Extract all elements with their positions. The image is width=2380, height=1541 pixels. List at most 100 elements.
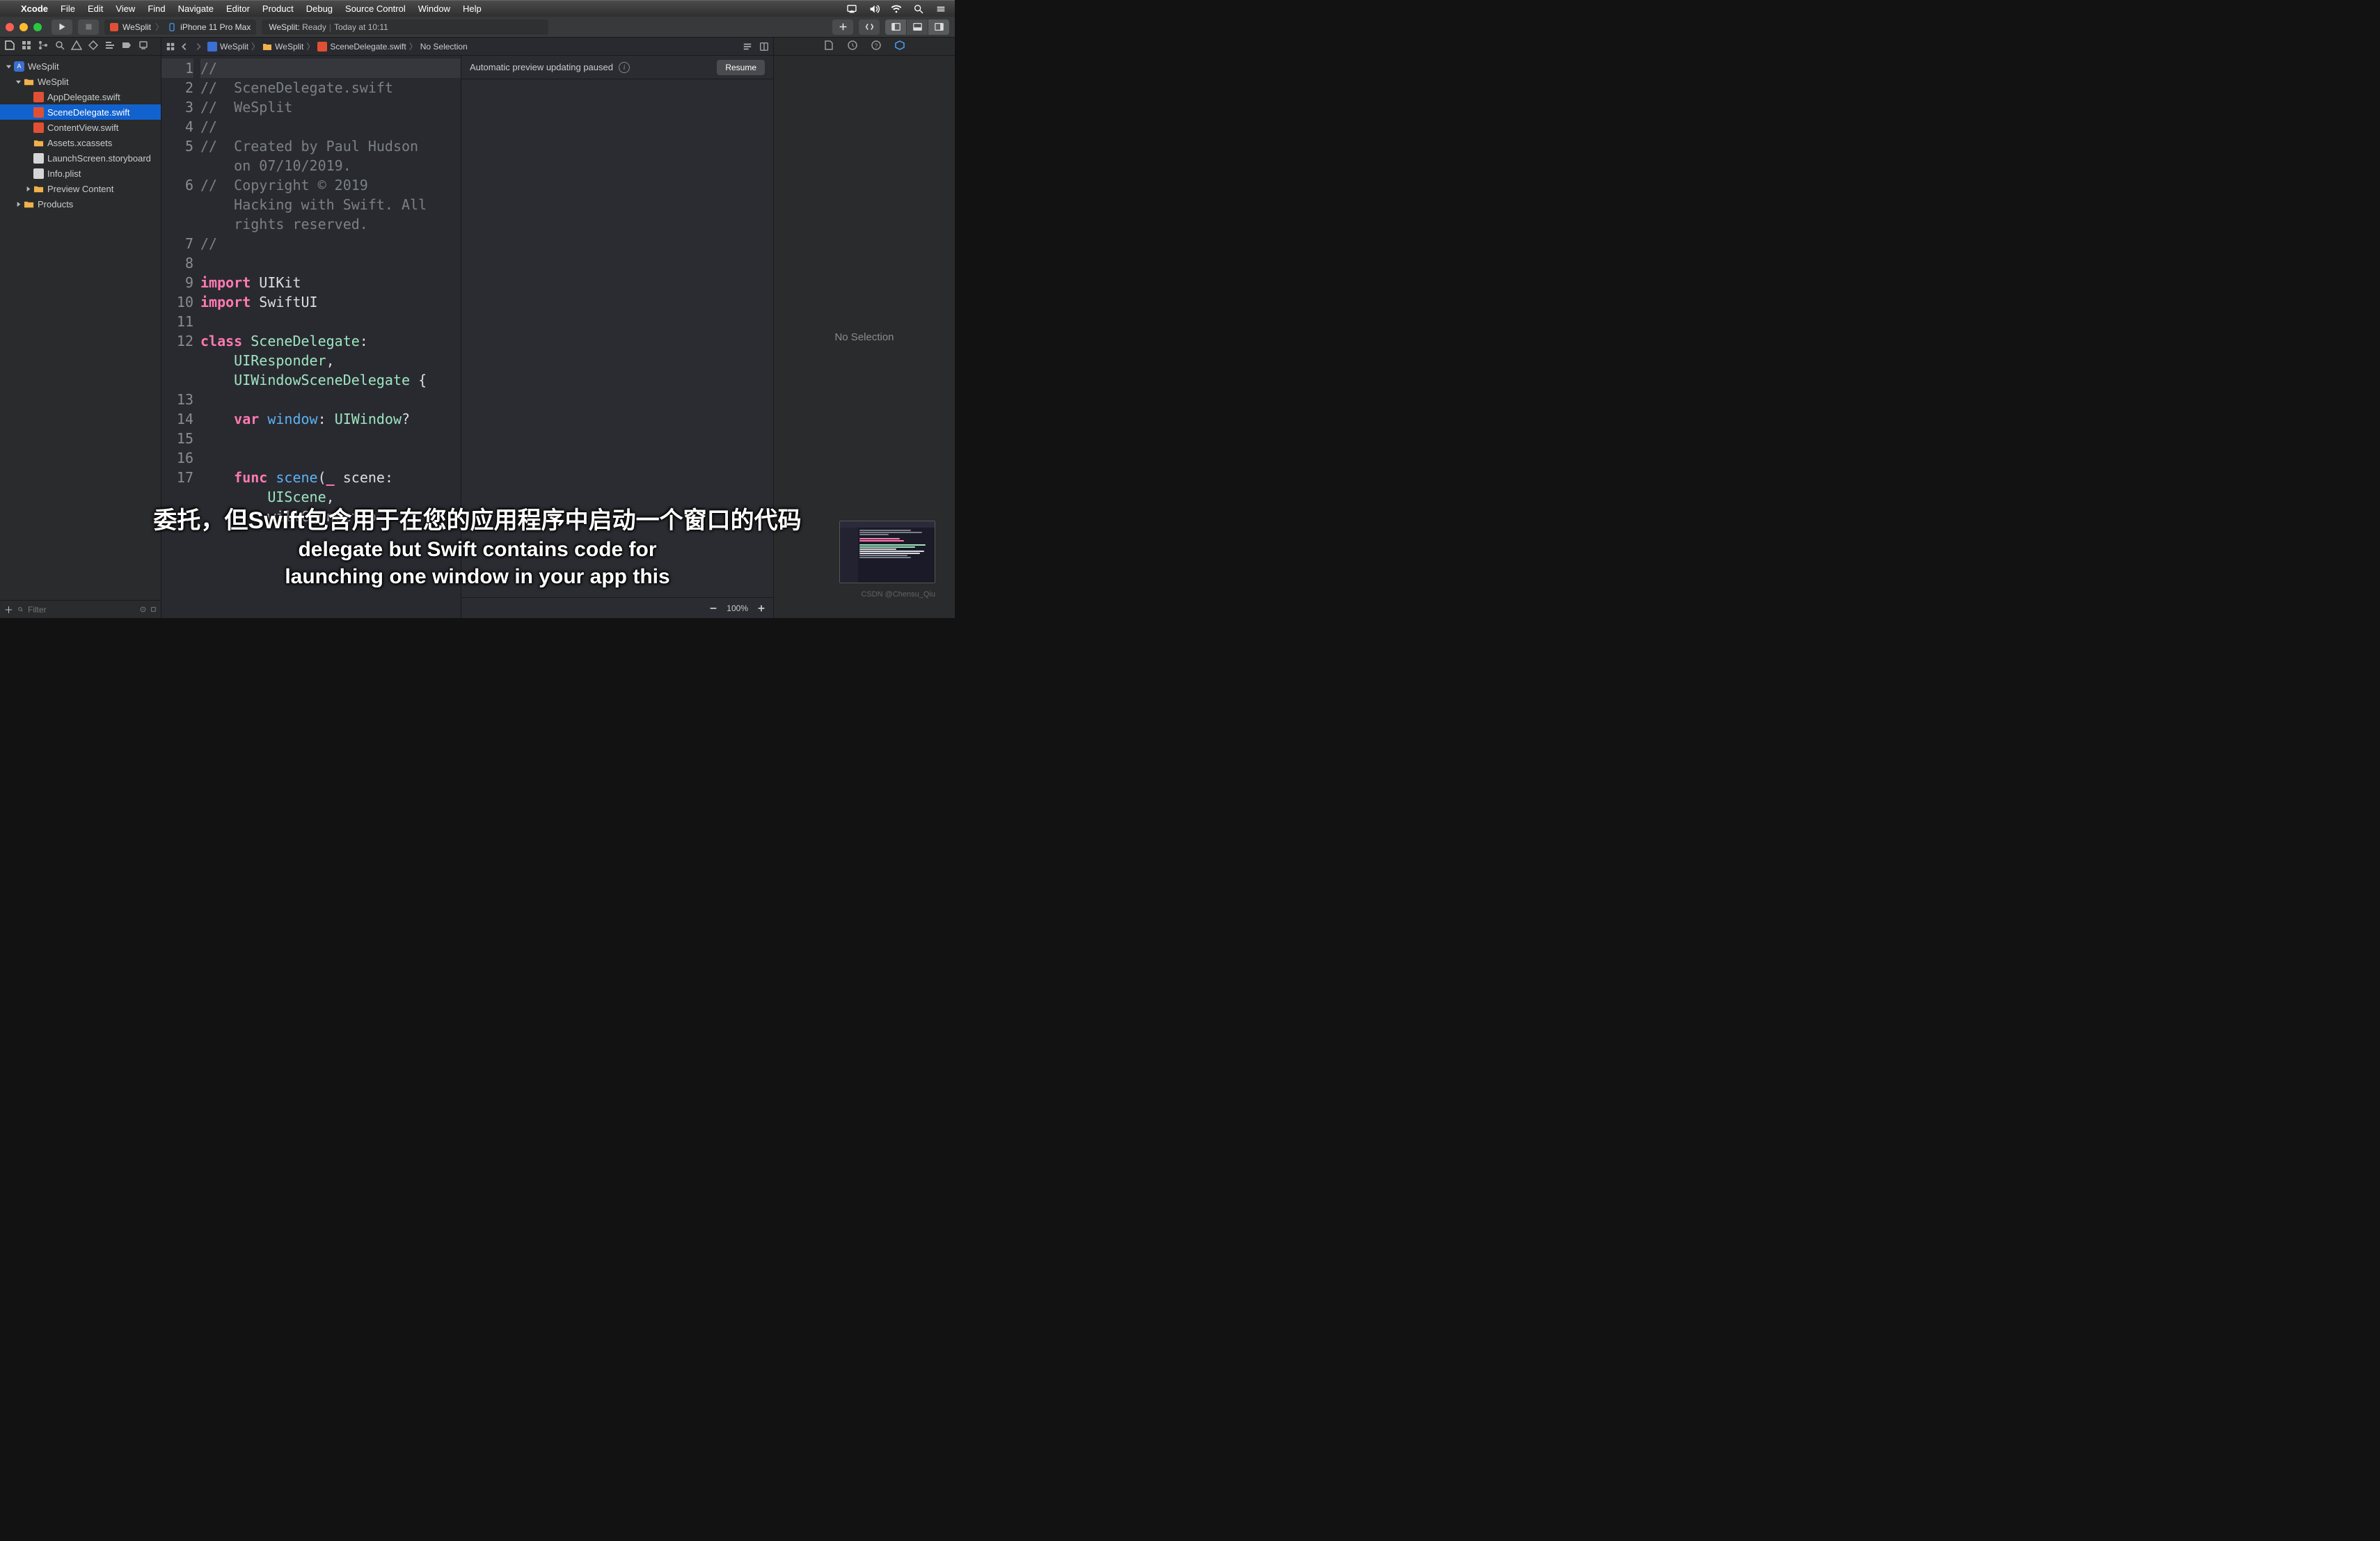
main: AWeSplitWeSplitAppDelegate.swiftSceneDel… bbox=[0, 38, 955, 618]
menu-edit[interactable]: Edit bbox=[88, 1, 103, 17]
info-icon[interactable]: i bbox=[619, 62, 630, 73]
window-controls bbox=[6, 23, 46, 31]
project-navigator-tab[interactable] bbox=[4, 40, 15, 53]
folder-icon bbox=[262, 42, 272, 52]
tree-row[interactable]: WeSplit bbox=[0, 74, 161, 89]
crumb-selection[interactable]: No Selection bbox=[420, 42, 468, 52]
history-inspector-tab[interactable] bbox=[847, 40, 858, 53]
menu-debug[interactable]: Debug bbox=[306, 1, 333, 17]
symbol-navigator-tab[interactable] bbox=[38, 40, 49, 53]
menubar: Xcode File Edit View Find Navigate Edito… bbox=[0, 0, 955, 17]
watermark: CSDN @Chensu_Qiu bbox=[861, 590, 935, 599]
inspector-tabs: ? bbox=[774, 38, 955, 56]
panel-toggles bbox=[885, 19, 949, 35]
resume-button[interactable]: Resume bbox=[717, 60, 765, 75]
menubar-tray bbox=[846, 3, 946, 15]
menu-find[interactable]: Find bbox=[148, 1, 165, 17]
control-center-icon[interactable] bbox=[935, 3, 946, 15]
app-icon bbox=[110, 23, 118, 31]
swift-file-icon bbox=[317, 42, 327, 52]
menu-source-control[interactable]: Source Control bbox=[345, 1, 406, 17]
picture-in-picture[interactable] bbox=[839, 521, 935, 583]
menu-view[interactable]: View bbox=[116, 1, 135, 17]
find-navigator-tab[interactable] bbox=[54, 40, 65, 53]
issue-navigator-tab[interactable] bbox=[71, 40, 82, 53]
menu-app[interactable]: Xcode bbox=[21, 1, 48, 17]
editor-options-icon[interactable] bbox=[743, 42, 752, 52]
screen: Xcode File Edit View Find Navigate Edito… bbox=[0, 0, 955, 618]
volume-icon[interactable] bbox=[868, 3, 880, 15]
menu-window[interactable]: Window bbox=[418, 1, 450, 17]
back-button[interactable] bbox=[180, 42, 189, 52]
code-editor[interactable]: 1234567891011121314151617 //// SceneDele… bbox=[161, 56, 461, 618]
activity-time: Today at 10:11 bbox=[334, 22, 388, 32]
tree-row[interactable]: Preview Content bbox=[0, 181, 161, 196]
breakpoint-navigator-tab[interactable] bbox=[121, 40, 132, 53]
adjust-editor-icon[interactable] bbox=[759, 42, 769, 52]
debug-navigator-tab[interactable] bbox=[104, 40, 116, 53]
toggle-inspector[interactable] bbox=[928, 19, 949, 35]
tree-row[interactable]: Info.plist bbox=[0, 166, 161, 181]
scheme-app-label: WeSplit bbox=[122, 22, 151, 32]
code-review-button[interactable] bbox=[859, 19, 880, 35]
tree-row[interactable]: LaunchScreen.storyboard bbox=[0, 150, 161, 166]
inspector-empty-label: No Selection bbox=[834, 331, 894, 343]
canvas-preview: Automatic preview updating paused i Resu… bbox=[461, 56, 773, 618]
crumb-group[interactable]: WeSplit bbox=[275, 42, 303, 52]
scm-filter-icon[interactable] bbox=[150, 605, 157, 614]
zoom-window[interactable] bbox=[33, 23, 42, 31]
help-inspector-tab[interactable]: ? bbox=[871, 40, 882, 53]
related-items-icon[interactable] bbox=[166, 42, 175, 52]
preview-body bbox=[461, 79, 773, 597]
menu-file[interactable]: File bbox=[61, 1, 75, 17]
recent-filter-icon[interactable] bbox=[140, 605, 146, 614]
attributes-inspector-tab[interactable] bbox=[894, 40, 905, 53]
preview-status-bar: Automatic preview updating paused i Resu… bbox=[461, 56, 773, 79]
tree-row[interactable]: SceneDelegate.swift bbox=[0, 104, 161, 120]
menu-navigate[interactable]: Navigate bbox=[178, 1, 214, 17]
run-button[interactable] bbox=[51, 19, 72, 35]
tree-row[interactable]: AWeSplit bbox=[0, 58, 161, 74]
editor-column: WeSplit〉 WeSplit〉 SceneDelegate.swift〉 N… bbox=[161, 38, 774, 618]
menu-help[interactable]: Help bbox=[463, 1, 482, 17]
tree-row[interactable]: Products bbox=[0, 196, 161, 212]
scheme-selector[interactable]: WeSplit 〉 iPhone 11 Pro Max bbox=[104, 19, 256, 35]
zoom-out-icon[interactable] bbox=[708, 603, 718, 613]
jump-bar: WeSplit〉 WeSplit〉 SceneDelegate.swift〉 N… bbox=[161, 38, 773, 56]
tree-row[interactable]: ContentView.swift bbox=[0, 120, 161, 135]
device-icon bbox=[168, 23, 176, 31]
toolbar: WeSplit 〉 iPhone 11 Pro Max WeSplit: Rea… bbox=[0, 17, 955, 38]
zoom-in-icon[interactable] bbox=[756, 603, 766, 613]
code-content[interactable]: //// SceneDelegate.swift// WeSplit//// C… bbox=[200, 56, 461, 618]
wifi-icon[interactable] bbox=[891, 3, 902, 15]
close-window[interactable] bbox=[6, 23, 14, 31]
filter-input[interactable] bbox=[28, 605, 136, 615]
filter-icon bbox=[17, 605, 24, 614]
activity-status: Ready bbox=[302, 22, 326, 32]
zoom-level[interactable]: 100% bbox=[727, 603, 748, 613]
source-control-navigator-tab[interactable] bbox=[21, 40, 32, 53]
forward-button[interactable] bbox=[193, 42, 203, 52]
stop-button[interactable] bbox=[78, 19, 99, 35]
crumb-project[interactable]: WeSplit bbox=[220, 42, 248, 52]
file-inspector-tab[interactable] bbox=[823, 40, 834, 53]
file-tree[interactable]: AWeSplitWeSplitAppDelegate.swiftSceneDel… bbox=[0, 56, 161, 600]
screen-mirroring-icon[interactable] bbox=[846, 3, 857, 15]
preview-footer: 100% bbox=[461, 597, 773, 618]
library-button[interactable] bbox=[832, 19, 853, 35]
crumb-file[interactable]: SceneDelegate.swift bbox=[330, 42, 406, 52]
toggle-navigator[interactable] bbox=[885, 19, 906, 35]
minimize-window[interactable] bbox=[19, 23, 28, 31]
toggle-debug-area[interactable] bbox=[907, 19, 928, 35]
report-navigator-tab[interactable] bbox=[138, 40, 149, 53]
add-target[interactable]: ＋ bbox=[4, 603, 13, 616]
spotlight-icon[interactable] bbox=[913, 3, 924, 15]
navigator-filter: ＋ bbox=[0, 600, 161, 618]
test-navigator-tab[interactable] bbox=[88, 40, 99, 53]
menu-product[interactable]: Product bbox=[262, 1, 294, 17]
navigator: AWeSplitWeSplitAppDelegate.swiftSceneDel… bbox=[0, 38, 161, 618]
tree-row[interactable]: Assets.xcassets bbox=[0, 135, 161, 150]
breadcrumb[interactable]: WeSplit〉 WeSplit〉 SceneDelegate.swift〉 N… bbox=[207, 40, 468, 52]
menu-editor[interactable]: Editor bbox=[226, 1, 250, 17]
tree-row[interactable]: AppDelegate.swift bbox=[0, 89, 161, 104]
